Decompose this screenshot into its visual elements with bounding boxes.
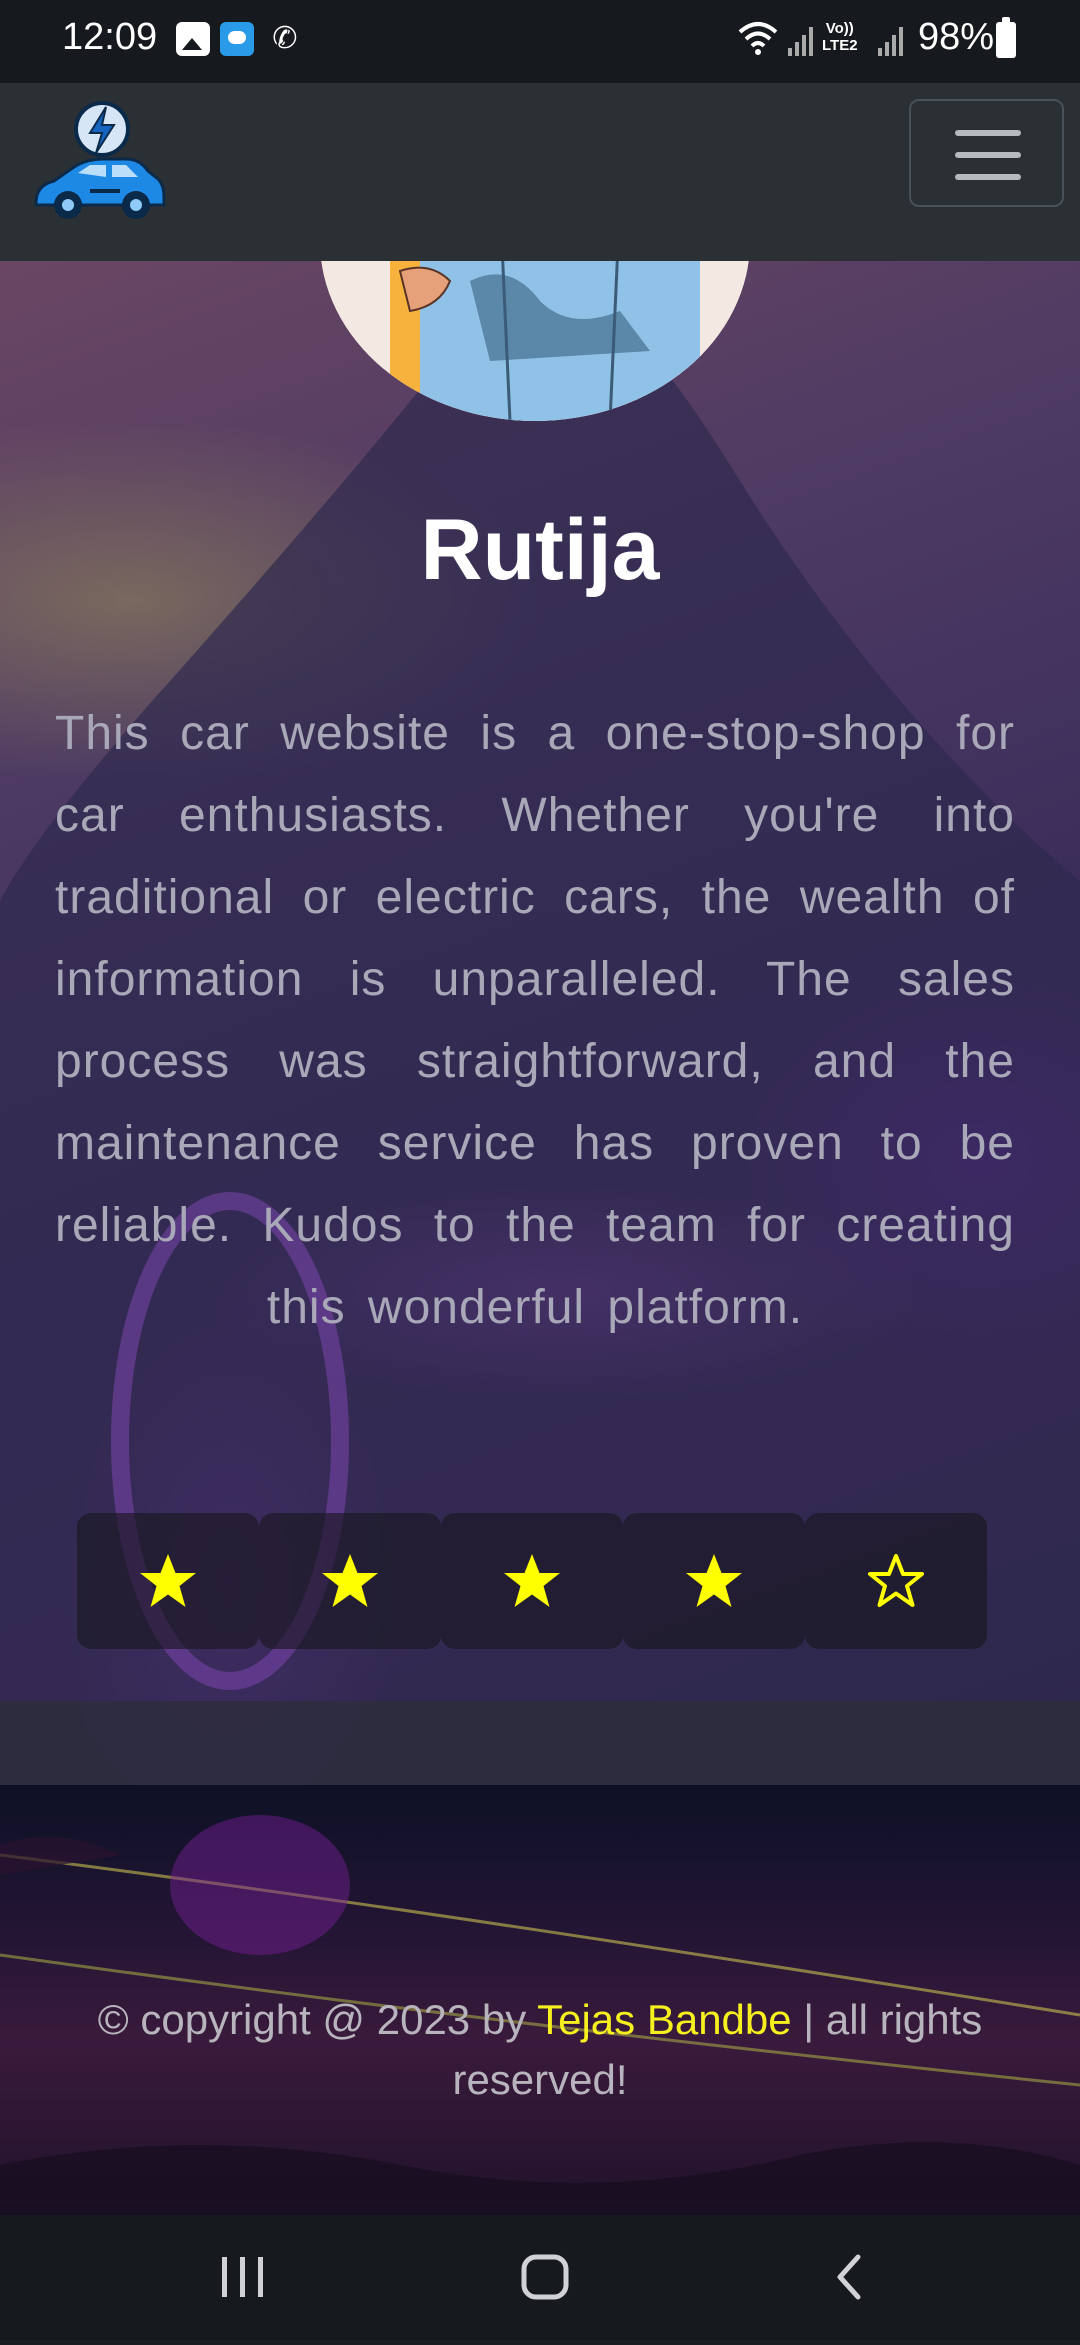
wifi-icon	[738, 22, 778, 55]
copyright-prefix: © copyright @ 2023 by	[97, 1996, 538, 2043]
android-nav-bar	[0, 2215, 1080, 2340]
recent-apps-icon	[222, 2257, 263, 2297]
gallery-notification-icon	[176, 22, 210, 56]
hamburger-icon-line	[955, 152, 1021, 158]
back-button[interactable]	[758, 2215, 938, 2340]
home-icon	[521, 2254, 569, 2300]
recent-apps-button[interactable]	[152, 2215, 332, 2340]
star-3[interactable]	[441, 1513, 623, 1649]
status-bar: 12:09 ✆ Vo)) LTE2 98%	[0, 0, 1080, 83]
star-rating	[77, 1513, 987, 1649]
author-link[interactable]: Tejas Bandbe	[537, 1996, 792, 2043]
footer: © copyright @ 2023 by Tejas Bandbe | all…	[0, 1785, 1080, 2215]
copyright-text: © copyright @ 2023 by Tejas Bandbe | all…	[40, 1990, 1040, 2110]
hamburger-icon	[955, 130, 1021, 136]
hamburger-icon-line	[955, 174, 1021, 180]
status-time: 12:09	[62, 16, 158, 58]
signal-icon-2	[878, 27, 903, 56]
network-type: Vo)) LTE2	[822, 20, 858, 54]
filled-star-icon	[686, 1554, 742, 1607]
call-notification-icon: ✆	[272, 22, 298, 55]
cloud-upload-icon	[220, 22, 254, 56]
empty-star-icon	[868, 1554, 924, 1607]
battery-percent: 98%	[918, 16, 995, 58]
battery-icon	[996, 17, 1016, 58]
reviewer-name: Rutija	[420, 502, 660, 598]
star-5[interactable]	[805, 1513, 987, 1649]
home-button[interactable]	[455, 2215, 635, 2340]
filled-star-icon	[140, 1554, 196, 1607]
back-icon	[837, 2254, 861, 2300]
lightning-car-icon[interactable]	[30, 93, 170, 223]
signal-icon	[788, 27, 813, 56]
testimonial-section: Rutija This car website is a one-stop-sh…	[0, 261, 1080, 1785]
filled-star-icon	[322, 1554, 378, 1607]
filled-star-icon	[504, 1554, 560, 1607]
star-1[interactable]	[77, 1513, 259, 1649]
menu-toggle-button[interactable]	[909, 99, 1064, 207]
navbar	[0, 83, 1080, 263]
review-text: This car website is a one-stop-shop for …	[55, 707, 1015, 1334]
star-2[interactable]	[259, 1513, 441, 1649]
star-4[interactable]	[623, 1513, 805, 1649]
